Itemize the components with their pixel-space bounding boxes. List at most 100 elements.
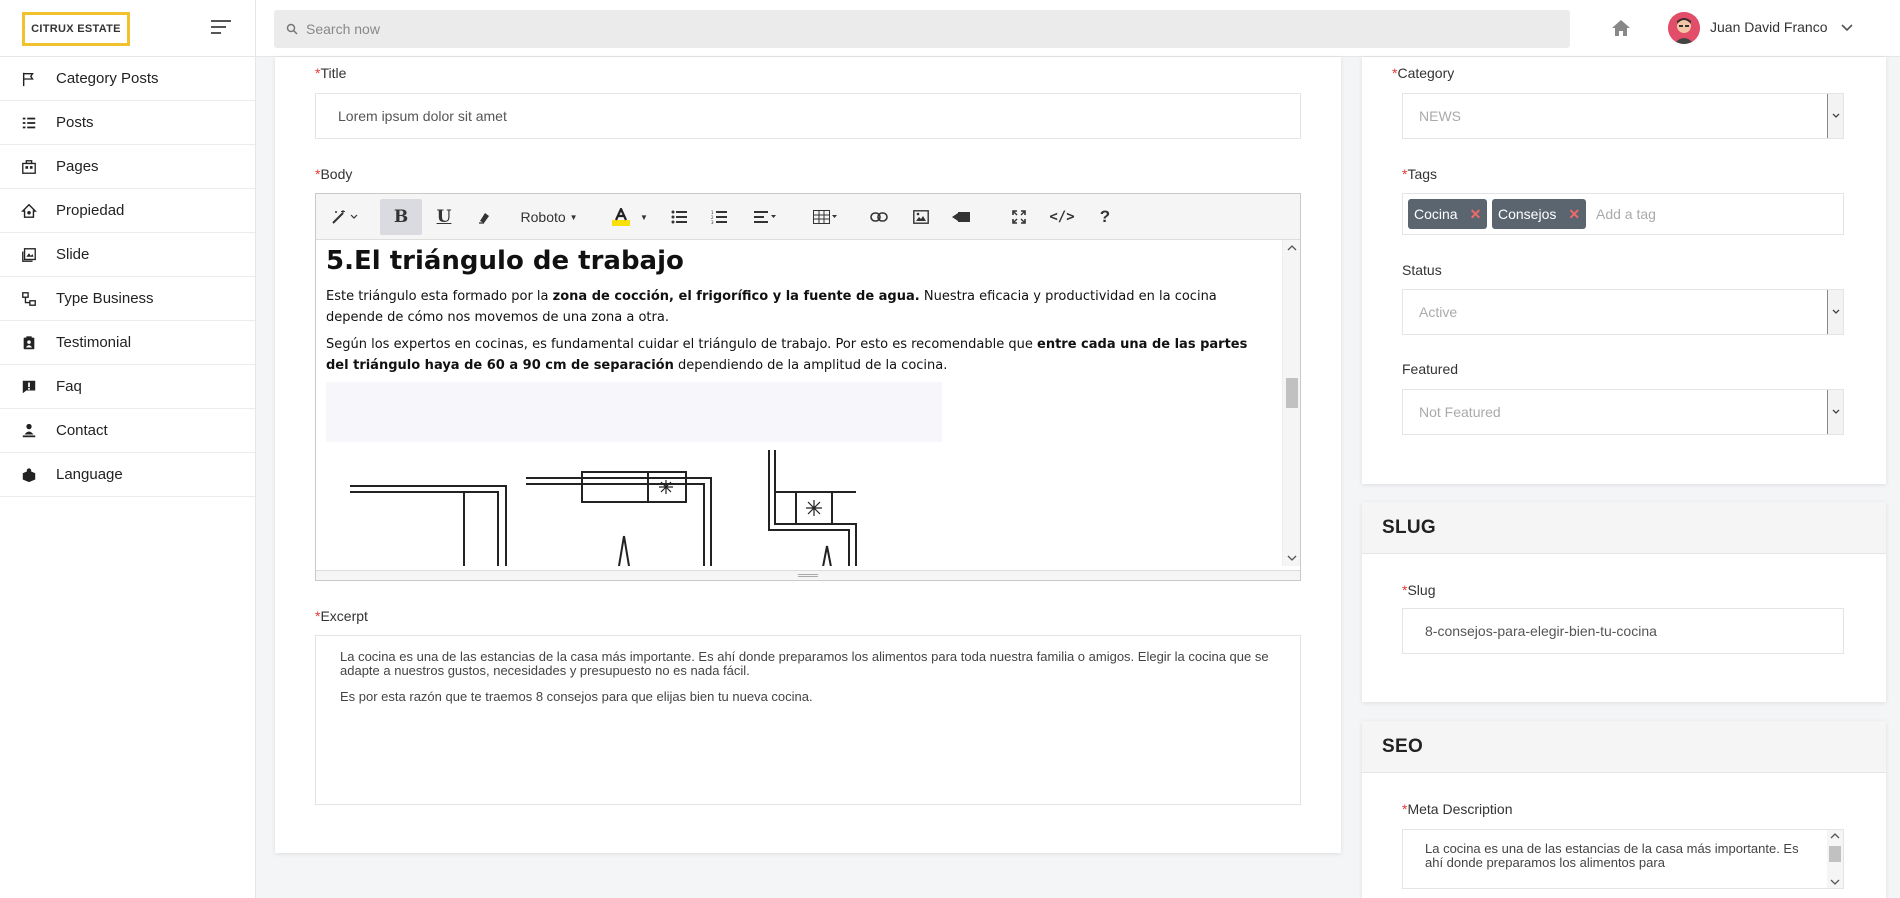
editor-scrollbar[interactable] [1282,240,1300,566]
code-view-icon[interactable]: </> [1042,199,1082,235]
meta-scrollbar[interactable] [1827,830,1843,888]
scroll-up-icon[interactable] [1827,831,1843,841]
link-icon[interactable] [862,199,896,235]
video-icon[interactable] [944,199,978,235]
tag-chip: Cocina ✕ [1408,199,1488,229]
top-bar: CITRUX ESTATE Juan David Franco [0,0,1900,57]
editor-paragraph: Este triángulo esta formado por la zona … [326,289,1217,325]
excerpt-field[interactable]: La cocina es una de las estancias de la … [315,635,1301,805]
numbered-list-icon[interactable]: 123 [702,199,736,235]
menu-toggle-icon[interactable] [211,20,231,36]
sidebar-item-contact[interactable]: Contact [0,409,255,453]
text-color-icon[interactable] [606,199,636,235]
scrollbar-thumb[interactable] [1286,378,1298,408]
logo[interactable]: CITRUX ESTATE [22,12,130,46]
sidebar-item-faq[interactable]: Faq [0,365,255,409]
search-input[interactable] [306,21,1506,37]
font-family-select[interactable]: Roboto ▼ [516,199,582,235]
scroll-down-icon[interactable] [1827,877,1843,887]
align-icon[interactable] [746,199,786,235]
excerpt-label: *Excerpt [315,608,368,624]
remove-tag-icon[interactable]: ✕ [1470,206,1482,223]
title-label: *Title [315,65,347,81]
eraser-icon[interactable] [466,199,502,235]
contact-icon [20,422,38,440]
editor-heading: 5.El triángulo de trabajo [326,246,684,276]
slide-icon [20,246,38,264]
scroll-up-icon[interactable] [1283,242,1301,254]
editor-content[interactable]: 5.El triángulo de trabajo Este triángulo… [316,240,1282,566]
avatar[interactable] [1668,12,1700,44]
remove-tag-icon[interactable]: ✕ [1568,206,1580,223]
sidebar-item-label: Category Posts [56,70,159,87]
status-select[interactable]: Active [1402,289,1844,335]
chevron-down-icon [1827,290,1843,334]
table-icon[interactable] [806,199,846,235]
sidebar-item-language[interactable]: Language [0,453,255,497]
tags-label: *Tags [1402,166,1438,182]
scroll-down-icon[interactable] [1283,552,1301,564]
help-icon[interactable]: ? [1088,199,1122,235]
sidebar-item-label: Type Business [56,290,154,307]
fullscreen-icon[interactable] [1002,199,1036,235]
sidebar-item-label: Pages [56,158,99,175]
sidebar-item-pages[interactable]: Pages [0,145,255,189]
seo-card-title: SEO [1362,721,1886,773]
home-icon[interactable] [1610,17,1632,39]
title-field[interactable]: Lorem ipsum dolor sit amet [315,93,1301,139]
category-label: *Category [1392,65,1455,81]
add-tag-placeholder[interactable]: Add a tag [1596,206,1656,222]
sidebar-item-label: Faq [56,378,82,395]
faq-icon [20,378,38,396]
sidebar-item-label: Testimonial [56,334,132,351]
house-icon [20,202,38,220]
post-settings-card: *Category NEWS *Tags Cocina ✕ Consejos ✕ A… [1362,57,1886,484]
editor-paragraph: Según los expertos en cocinas, es fundam… [326,337,1248,373]
sidebar-item-label: Contact [56,422,108,439]
sidebar-item-slide[interactable]: Slide [0,233,255,277]
featured-select[interactable]: Not Featured [1402,389,1844,435]
slug-card: SLUG *Slug 8-consejos-para-elegir-bien-t… [1362,502,1886,702]
category-select[interactable]: NEWS [1402,93,1844,139]
underline-button[interactable]: U [426,199,462,235]
sidebar-item-type-business[interactable]: Type Business [0,277,255,321]
testimonial-icon [20,334,38,352]
chevron-down-icon[interactable] [1840,22,1854,34]
meta-description-field[interactable]: La cocina es una de las estancias de la … [1402,829,1844,889]
magic-style-icon[interactable] [326,199,366,235]
chevron-down-icon [1827,94,1843,138]
kitchen-plan-image [326,382,942,566]
excerpt-paragraph: Es por esta razón que te traemos 8 conse… [340,689,813,704]
chevron-down-icon [1827,390,1843,434]
sidebar-item-posts[interactable]: Posts [0,101,255,145]
rich-text-editor: B U Roboto ▼ ▼ 123 </> ? 5.El triángulo … [315,193,1301,581]
flag-icon [20,70,38,88]
bullet-list-icon[interactable] [662,199,696,235]
user-name[interactable]: Juan David Franco [1710,19,1828,35]
sidebar: Category Posts Posts Pages Propiedad Sli… [0,57,256,898]
language-icon [20,466,38,484]
bold-button[interactable]: B [380,199,422,235]
body-label: *Body [315,166,353,182]
sidebar-item-label: Posts [56,114,94,131]
slug-field[interactable]: 8-consejos-para-elegir-bien-tu-cocina [1402,608,1844,654]
seo-card: SEO *Meta Description La cocina es una d… [1362,721,1886,898]
excerpt-paragraph: La cocina es una de las estancias de la … [340,649,1269,678]
sidebar-item-testimonial[interactable]: Testimonial [0,321,255,365]
sidebar-item-label: Slide [56,246,90,263]
status-label: Status [1402,262,1442,278]
slug-label: *Slug [1402,582,1436,598]
scrollbar-thumb[interactable] [1829,846,1841,862]
image-icon[interactable] [904,199,938,235]
pages-icon [20,158,38,176]
sidebar-item-category-posts[interactable]: Category Posts [0,57,255,101]
editor-resize-handle[interactable] [316,570,1300,580]
tag-chip: Consejos ✕ [1492,199,1587,229]
tags-input[interactable]: Cocina ✕ Consejos ✕ Add a tag [1402,193,1844,235]
search-bar[interactable] [274,10,1570,48]
brand-area: CITRUX ESTATE [0,0,256,57]
sidebar-item-propiedad[interactable]: Propiedad [0,189,255,233]
featured-label: Featured [1402,361,1459,377]
color-dropdown-icon[interactable]: ▼ [636,199,652,235]
business-icon [20,290,38,308]
